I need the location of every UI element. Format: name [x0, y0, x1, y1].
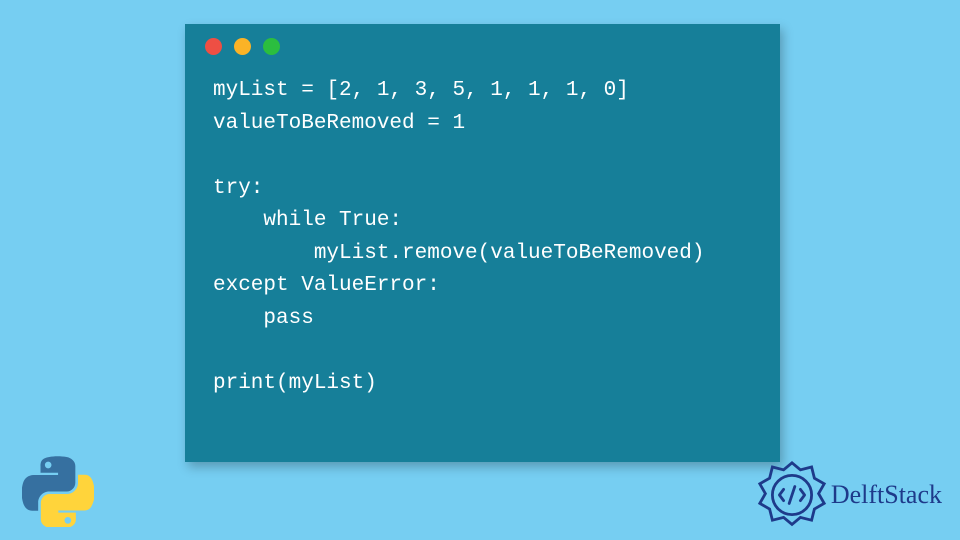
code-line: print(myList) — [213, 372, 377, 395]
maximize-icon[interactable] — [263, 38, 280, 55]
python-logo-icon — [22, 455, 94, 527]
code-line: try: — [213, 177, 263, 200]
code-window: myList = [2, 1, 3, 5, 1, 1, 1, 0] valueT… — [185, 24, 780, 462]
code-line: myList.remove(valueToBeRemoved) — [213, 242, 704, 265]
code-line: myList = [2, 1, 3, 5, 1, 1, 1, 0] — [213, 79, 629, 102]
window-titlebar — [185, 24, 780, 69]
code-line: while True: — [213, 209, 402, 232]
close-icon[interactable] — [205, 38, 222, 55]
delftstack-name: DelftStack — [831, 480, 942, 510]
code-line: pass — [213, 307, 314, 330]
code-block: myList = [2, 1, 3, 5, 1, 1, 1, 0] valueT… — [185, 69, 780, 400]
delftstack-logo-icon — [757, 460, 827, 530]
delftstack-branding: DelftStack — [757, 460, 942, 530]
code-line: except ValueError: — [213, 274, 440, 297]
minimize-icon[interactable] — [234, 38, 251, 55]
code-line: valueToBeRemoved = 1 — [213, 112, 465, 135]
